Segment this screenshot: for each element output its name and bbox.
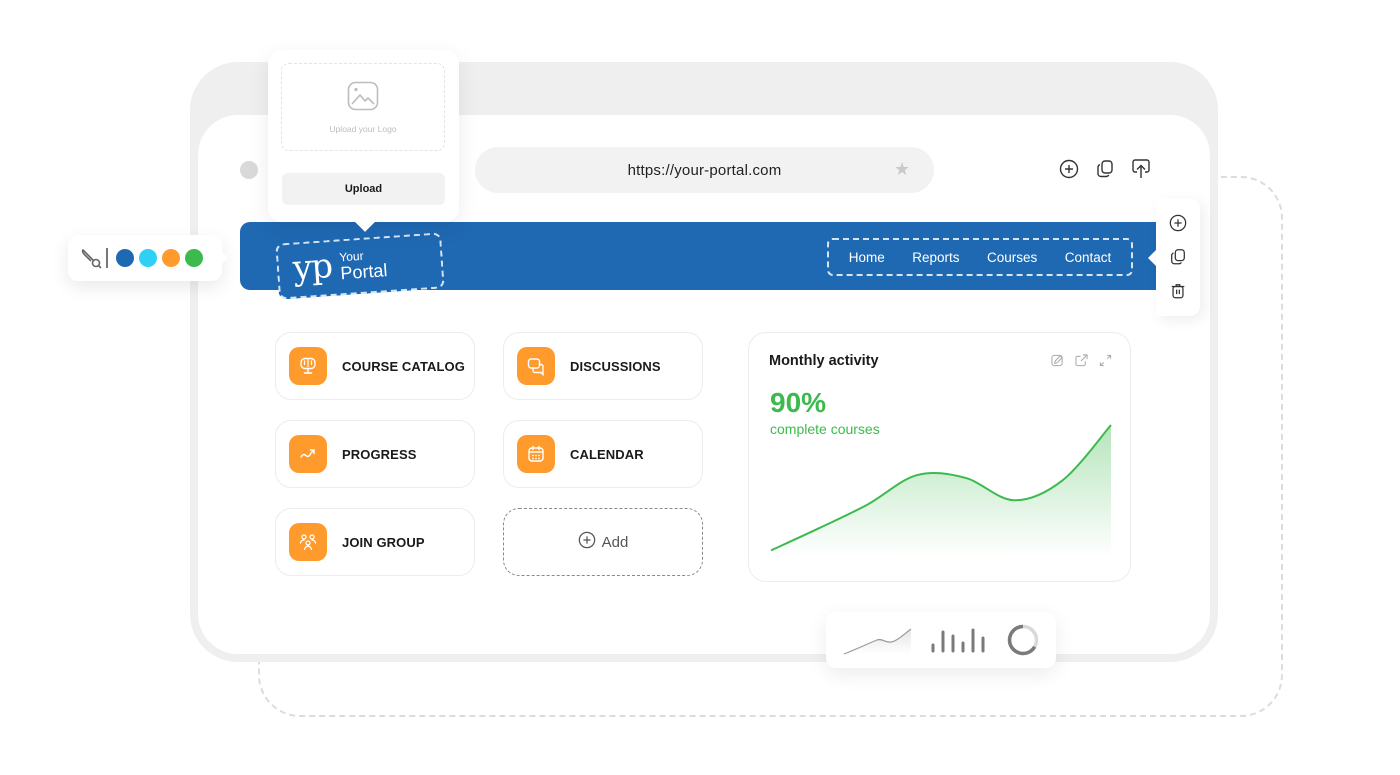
swatch-blue[interactable] [115, 249, 134, 267]
bar-chart-icon[interactable] [930, 626, 990, 654]
tile-label: PROGRESS [342, 446, 417, 462]
palette-divider [106, 248, 108, 268]
share-icon[interactable] [1130, 158, 1152, 180]
nav-contact[interactable]: Contact [1065, 250, 1112, 265]
logo-text: Your Portal [339, 248, 388, 283]
donut-chart-icon[interactable] [1006, 623, 1040, 657]
bookmark-star-icon[interactable]: ★ [894, 160, 912, 178]
swatch-orange[interactable] [161, 249, 180, 267]
swatch-cyan[interactable] [138, 249, 157, 267]
copy-icon[interactable] [1094, 158, 1116, 180]
toolbar-pointer [1148, 250, 1156, 266]
tile-label: DISCUSSIONS [570, 358, 661, 374]
tile-label: JOIN GROUP [342, 534, 425, 550]
tile-label: CALENDAR [570, 446, 644, 462]
browser-actions [1058, 158, 1152, 180]
add-tile-button[interactable]: Add [503, 508, 703, 576]
logo-drop-zone[interactable]: Upload your Logo [281, 63, 445, 151]
monthly-activity-card: Monthly activity 90% complete courses [748, 332, 1131, 582]
section-toolbar [1156, 198, 1200, 316]
tile-progress[interactable]: PROGRESS [275, 420, 475, 488]
address-bar[interactable]: https://your-portal.com ★ [475, 147, 934, 193]
line-chart-icon[interactable] [842, 624, 914, 656]
upload-hint: Upload your Logo [329, 123, 397, 134]
chart-type-switcher [826, 612, 1056, 668]
activity-area-chart [770, 424, 1112, 557]
add-label: Add [601, 533, 629, 551]
add-icon [578, 531, 596, 554]
swatch-green[interactable] [184, 249, 203, 267]
tile-join-group[interactable]: JOIN GROUP [275, 508, 475, 576]
upload-button[interactable]: Upload [282, 173, 445, 205]
tile-course-catalog[interactable]: COURSE CATALOG [275, 332, 475, 400]
nav-reports[interactable]: Reports [912, 250, 959, 265]
copy-icon[interactable] [1168, 247, 1188, 267]
logo-upload-popover: Upload your Logo Upload [268, 50, 459, 232]
window-control-dot[interactable] [240, 161, 258, 179]
trend-up-icon [289, 435, 327, 473]
calendar-icon [517, 435, 555, 473]
nav-home[interactable]: Home [849, 250, 885, 265]
image-icon [347, 81, 379, 116]
add-icon[interactable] [1168, 213, 1188, 233]
group-icon [289, 523, 327, 561]
tile-calendar[interactable]: CALENDAR [503, 420, 703, 488]
add-icon[interactable] [1058, 158, 1080, 180]
url-text[interactable]: https://your-portal.com [628, 162, 782, 179]
chart-area-fill [771, 425, 1111, 557]
monitor-book-icon [289, 347, 327, 385]
palette-pointer [221, 251, 228, 265]
logo-badge[interactable]: yp Your Portal [275, 232, 445, 300]
nav-links: Home Reports Courses Contact [827, 238, 1133, 276]
logo-mark: yp [291, 246, 334, 289]
logo-line2: Portal [339, 259, 389, 284]
brush-icon[interactable] [80, 247, 102, 269]
chat-icon [517, 347, 555, 385]
color-palette [68, 235, 228, 281]
tile-label: COURSE CATALOG [342, 358, 465, 374]
delete-icon[interactable] [1168, 281, 1188, 301]
tile-discussions[interactable]: DISCUSSIONS [503, 332, 703, 400]
nav-courses[interactable]: Courses [987, 250, 1037, 265]
